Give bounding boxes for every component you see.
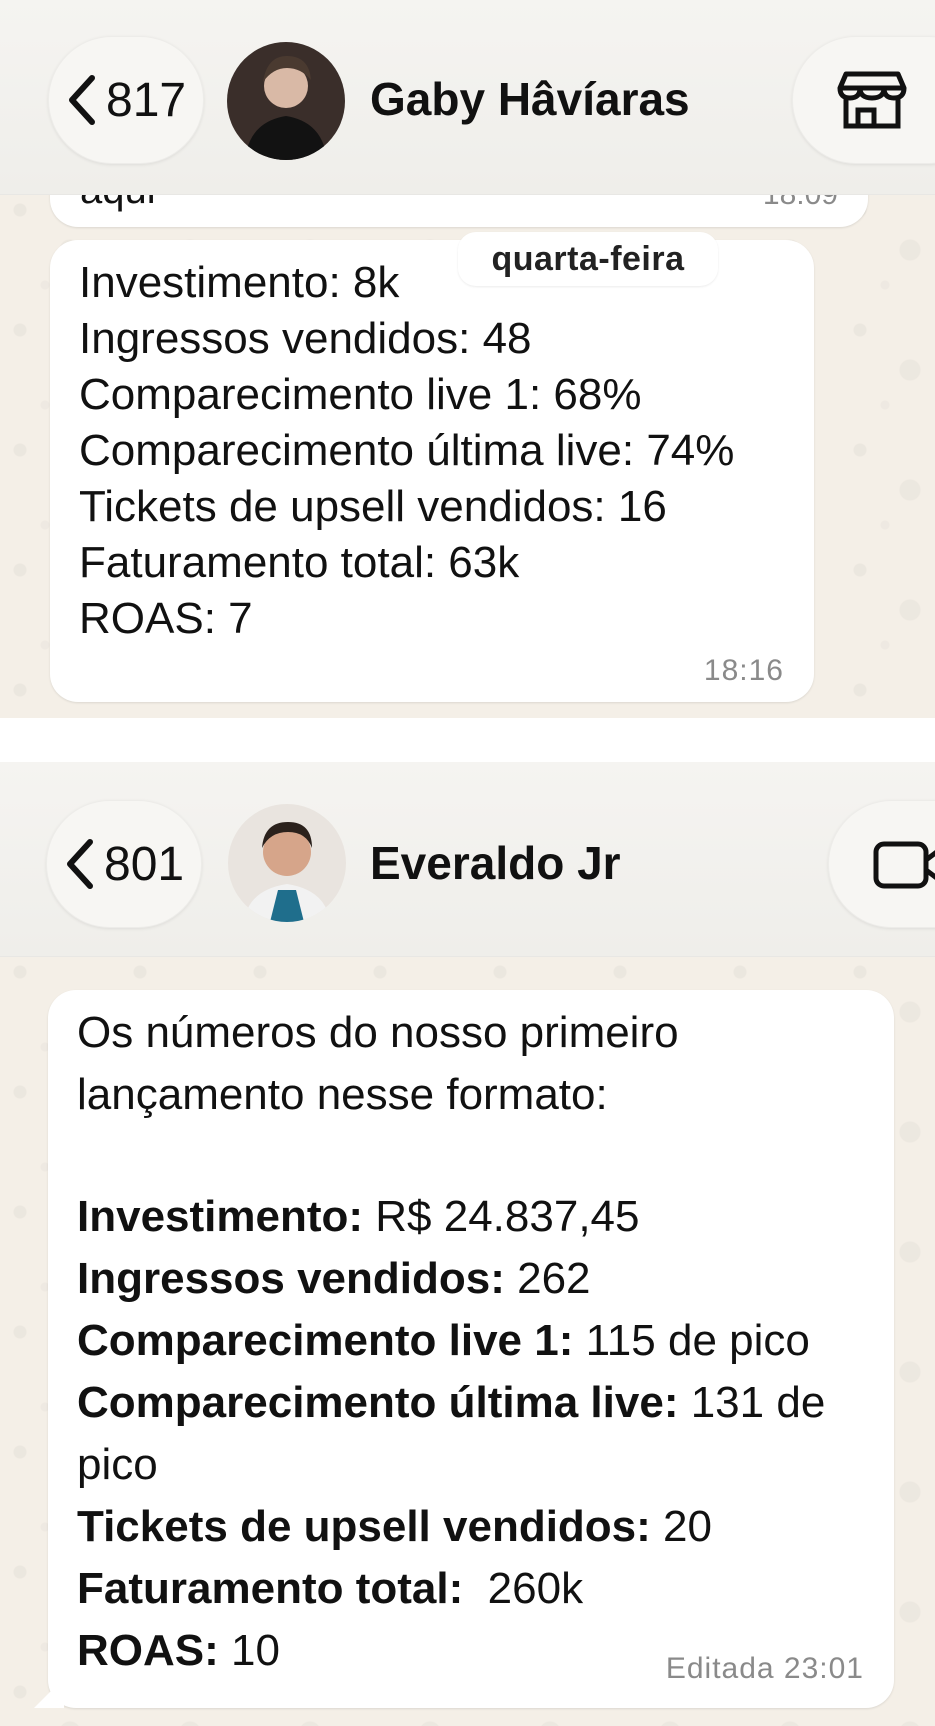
metric-row: Tickets de upsell vendidos: 20 (77, 1502, 712, 1552)
message-line: Faturamento total: 63k (79, 538, 520, 587)
message-line: Comparecimento live 1: 68% (79, 370, 642, 419)
metric-value: pico (77, 1440, 158, 1489)
message-bubble[interactable]: Investimento: 8k Ingressos vendidos: 48 … (50, 240, 814, 702)
contact-name[interactable]: Everaldo Jr (370, 836, 621, 890)
video-call-button[interactable] (828, 800, 935, 928)
chevron-left-icon (69, 75, 95, 125)
metric-value: R$ 24.837,45 (363, 1192, 640, 1241)
metric-value: 131 de (678, 1378, 826, 1427)
metric-label: Investimento: (77, 1192, 364, 1241)
back-button[interactable]: 801 (46, 800, 202, 928)
edited-label: Editada (665, 1652, 775, 1685)
metric-row: Comparecimento última live: 131 de (77, 1378, 825, 1428)
chat-header: 817 Gaby Hâvíaras (0, 0, 935, 195)
metric-label: Comparecimento live 1: (77, 1316, 574, 1365)
avatar[interactable] (227, 42, 345, 160)
metric-value: 262 (504, 1254, 591, 1303)
metric-label: Tickets de upsell vendidos: (77, 1502, 651, 1551)
contact-name[interactable]: Gaby Hâvíaras (370, 72, 690, 126)
back-button[interactable]: 817 (48, 36, 204, 164)
chevron-left-icon (67, 839, 93, 889)
message-line: Tickets de upsell vendidos: 16 (79, 482, 667, 531)
metric-row: Investimento: R$ 24.837,45 (77, 1192, 640, 1242)
message-line: Ingressos vendidos: 48 (79, 314, 532, 363)
metric-value: 115 de pico (573, 1316, 810, 1365)
avatar[interactable] (228, 804, 346, 922)
chat-panel-everaldo: 801 Everaldo Jr Os números do nosso prim… (0, 762, 935, 1726)
metric-label: ROAS: (77, 1626, 219, 1675)
metric-label: Comparecimento última live: (77, 1378, 679, 1427)
message-time: 23:01 (783, 1652, 864, 1685)
message-line: ROAS: 7 (79, 594, 253, 643)
message-line: Investimento: 8k (79, 258, 400, 307)
day-separator: quarta-feira (458, 232, 718, 286)
panel-divider (0, 718, 935, 762)
metric-value: 10 (218, 1626, 280, 1675)
metric-value: 20 (650, 1502, 712, 1551)
message-intro-line: lançamento nesse formato: (77, 1070, 608, 1119)
metric-row: Comparecimento live 1: 115 de pico (77, 1316, 810, 1366)
video-call-icon (873, 841, 935, 889)
metric-row: ROAS: 10 (77, 1626, 280, 1676)
message-meta: Editada 23:01 (666, 1652, 864, 1686)
unread-count: 817 (106, 73, 187, 127)
store-button[interactable] (792, 36, 935, 164)
message-bubble[interactable]: Os números do nosso primeiro lançamento … (34, 990, 894, 1708)
metric-label: Ingressos vendidos: (77, 1254, 505, 1303)
chat-header: 801 Everaldo Jr (0, 762, 935, 957)
unread-count: 801 (104, 837, 185, 891)
metric-row: pico (77, 1440, 158, 1490)
chat-panel-gaby: aqui 18:09 Investimento: 8k Ingressos ve… (0, 0, 935, 718)
message-line: Comparecimento última live: 74% (79, 426, 735, 475)
metric-row: Faturamento total: 260k (77, 1564, 583, 1614)
metric-value: 260k (463, 1564, 584, 1613)
message-time: 18:16 (703, 654, 784, 687)
message-intro-line: Os números do nosso primeiro (77, 1008, 679, 1057)
store-icon (837, 71, 907, 129)
metric-row: Ingressos vendidos: 262 (77, 1254, 591, 1304)
metric-label: Faturamento total: (77, 1564, 464, 1613)
